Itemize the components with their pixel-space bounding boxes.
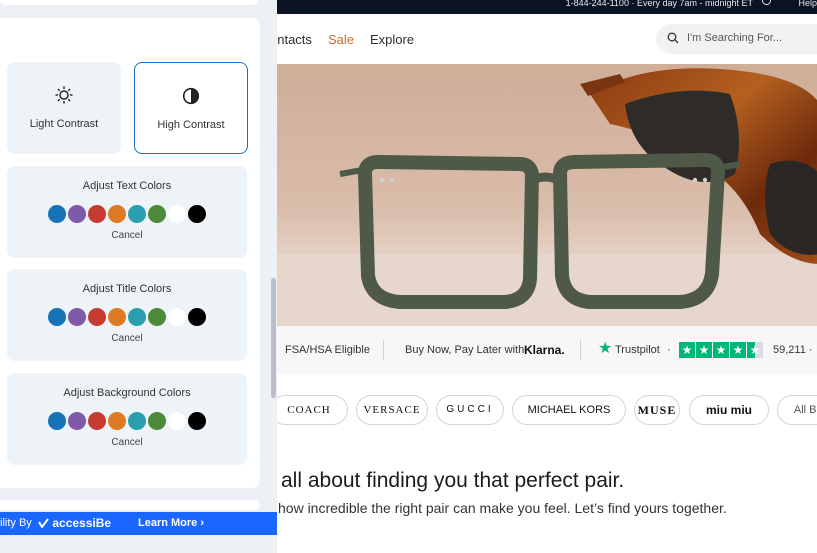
cancel-title-colors-button[interactable]: Cancel: [7, 333, 247, 344]
contrast-icon: [182, 87, 200, 105]
background-color-swatches: [48, 412, 206, 430]
title-color-swatches: [48, 308, 206, 326]
panel-top-edge: [0, 0, 258, 5]
high-contrast-label: High Contrast: [157, 119, 225, 131]
color-swatch[interactable]: [48, 205, 66, 223]
powered-by-text: ility By: [0, 517, 32, 529]
search-icon: [667, 32, 679, 44]
trustpilot-label: Trustpilot: [615, 344, 660, 356]
color-swatch[interactable]: [48, 308, 66, 326]
text-color-swatches: [48, 205, 206, 223]
brand-pill-all-brands[interactable]: All Br: [777, 395, 817, 425]
color-swatch[interactable]: [108, 205, 126, 223]
high-contrast-option[interactable]: High Contrast: [134, 62, 248, 154]
rating-star-icon: ★: [696, 342, 712, 358]
trustpilot-star-icon: ★: [598, 340, 613, 357]
panel-scrollbar[interactable]: [270, 16, 276, 512]
color-swatch[interactable]: [108, 412, 126, 430]
color-swatch[interactable]: [128, 412, 146, 430]
light-contrast-label: Light Contrast: [29, 118, 99, 130]
brand-pill-versace[interactable]: VERSACE: [356, 395, 428, 425]
color-swatch[interactable]: [148, 412, 166, 430]
search-input[interactable]: I'm Searching For...: [656, 24, 817, 54]
search-placeholder: I'm Searching For...: [687, 32, 783, 44]
rating-star-icon: ★: [679, 342, 695, 358]
learn-more-link[interactable]: Learn More ›: [138, 517, 204, 529]
page: 1-844-244-1100 · Every day 7am - midnigh…: [0, 0, 817, 553]
color-swatch[interactable]: [188, 412, 206, 430]
adjust-background-colors: Adjust Background Colors Cancel: [7, 373, 247, 465]
review-count: 59,211 ·: [773, 344, 813, 356]
brand-pill-coach[interactable]: COACH: [270, 395, 348, 425]
adjust-background-colors-title: Adjust Background Colors: [63, 387, 191, 399]
cancel-text-colors-button[interactable]: Cancel: [7, 230, 247, 241]
adjust-title-colors-title: Adjust Title Colors: [82, 283, 172, 295]
nav-item-sale[interactable]: Sale: [328, 32, 354, 47]
brand-pill-michael-kors[interactable]: MICHAEL KORS: [512, 395, 626, 425]
divider: [580, 340, 581, 360]
panel-scrollbar-thumb[interactable]: [271, 278, 276, 398]
globe-icon[interactable]: [762, 0, 771, 5]
divider: [383, 340, 384, 360]
color-swatch[interactable]: [128, 205, 146, 223]
color-swatch[interactable]: [188, 205, 206, 223]
panel-footer-edge: [0, 500, 260, 510]
brand-pill-gucci[interactable]: GUCCI: [436, 395, 504, 425]
color-swatch[interactable]: [88, 205, 106, 223]
accessibe-logo[interactable]: accessiBe: [38, 516, 111, 530]
accessibe-brand-text: accessiBe: [52, 516, 112, 530]
accessibe-check-icon: [38, 518, 49, 529]
brand-pill-muse[interactable]: MUSE: [634, 395, 680, 425]
promo-text: 1-844-244-1100 · Every day 7am - midnigh…: [565, 0, 753, 8]
rating-half-star-icon: ★: [747, 342, 763, 358]
color-swatch[interactable]: [68, 308, 86, 326]
accessibility-panel: Light Contrast High Contrast Adjust Text…: [0, 0, 277, 553]
rating-star-icon: ★: [713, 342, 729, 358]
klarna-logo: Klarna.: [524, 343, 565, 357]
help-link[interactable]: Help: [798, 0, 817, 8]
adjust-text-colors: Adjust Text Colors Cancel: [7, 166, 247, 258]
color-swatch[interactable]: [108, 308, 126, 326]
light-contrast-option[interactable]: Light Contrast: [7, 62, 121, 154]
color-swatch[interactable]: [148, 308, 166, 326]
bnpl-text: Buy Now, Pay Later with: [405, 344, 525, 356]
color-swatch[interactable]: [188, 308, 206, 326]
section-headline: all about finding you that perfect pair.: [281, 469, 625, 492]
fsa-eligible-text: FSA/HSA Eligible: [285, 344, 370, 356]
adjust-text-colors-title: Adjust Text Colors: [82, 180, 172, 192]
color-swatch[interactable]: [48, 412, 66, 430]
section-subline: how incredible the right pair can make y…: [278, 500, 727, 516]
color-swatch[interactable]: [168, 205, 186, 223]
rating-star-icon: ★: [730, 342, 746, 358]
panel-content: Light Contrast High Contrast Adjust Text…: [0, 18, 260, 488]
color-swatch[interactable]: [148, 205, 166, 223]
sun-icon: [55, 86, 73, 104]
nav-item-explore[interactable]: Explore: [370, 32, 414, 47]
brand-pill-miu-miu[interactable]: miu miu: [689, 395, 769, 425]
accessibe-footer: ility By accessiBe Learn More ›: [0, 512, 277, 535]
color-swatch[interactable]: [128, 308, 146, 326]
color-swatch[interactable]: [168, 412, 186, 430]
color-swatch[interactable]: [168, 308, 186, 326]
cancel-background-colors-button[interactable]: Cancel: [7, 437, 247, 448]
color-swatch[interactable]: [88, 308, 106, 326]
trustpilot-rating-stars: ★ ★ ★ ★ ★: [679, 342, 763, 358]
color-swatch[interactable]: [68, 412, 86, 430]
color-swatch[interactable]: [88, 412, 106, 430]
trustpilot-dot: ·: [667, 344, 671, 356]
color-swatch[interactable]: [68, 205, 86, 223]
adjust-title-colors: Adjust Title Colors Cancel: [7, 269, 247, 361]
